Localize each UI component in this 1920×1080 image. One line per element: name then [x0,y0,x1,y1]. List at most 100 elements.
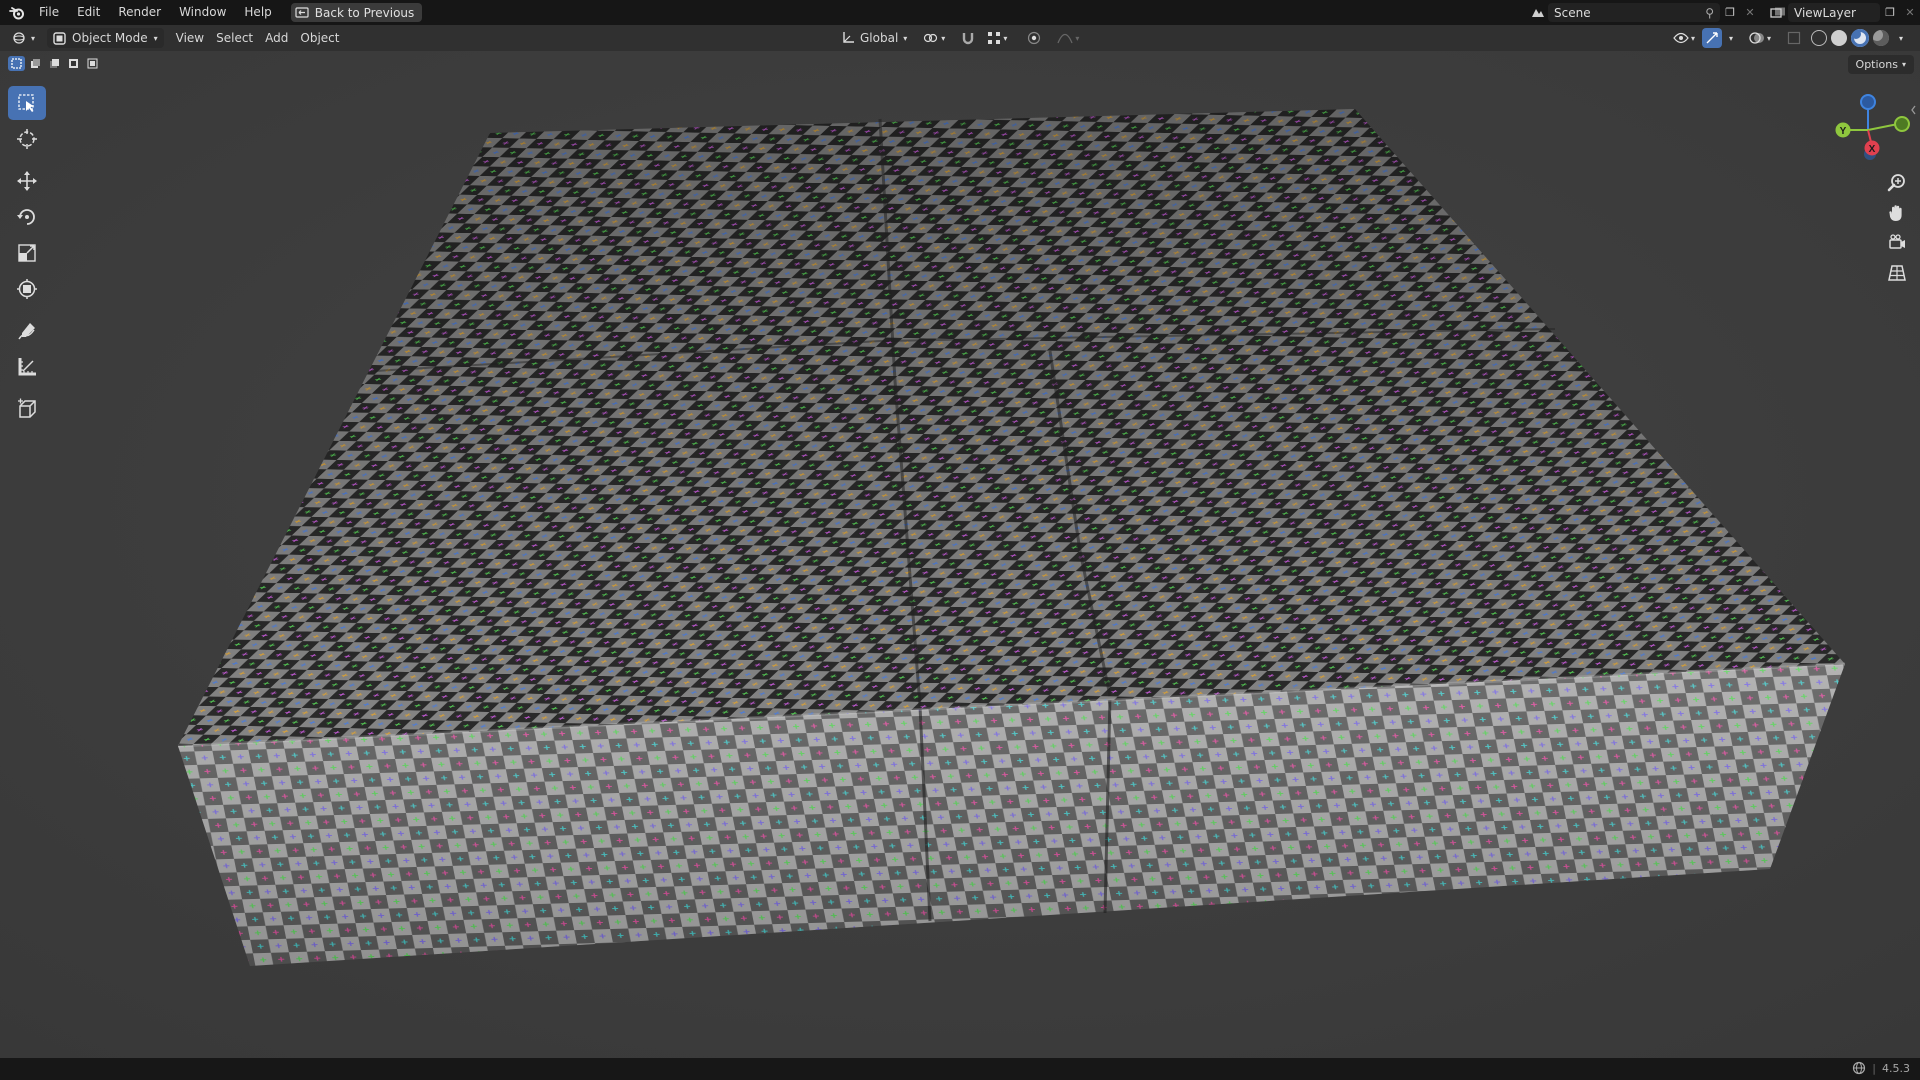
view-layer-field[interactable]: ViewLayer [1788,3,1880,22]
scene-name: Scene [1554,5,1591,20]
snap-toggle[interactable] [955,28,981,48]
overlays-toggle[interactable]: ▾ [1746,28,1774,48]
add-cube-tool[interactable] [8,392,46,426]
navigation-gizmo[interactable]: Y X [1818,88,1918,168]
zoom-icon[interactable] [1882,168,1912,198]
mode-label: Object Mode [72,31,148,45]
material-preview-shading-icon[interactable] [1850,29,1869,47]
snap-target-select[interactable]: ▾ [985,28,1009,48]
pan-hand-icon[interactable] [1882,198,1912,228]
menu-select[interactable]: Select [210,28,259,48]
transform-tool[interactable] [8,272,46,306]
orientation-label: Global [860,31,899,45]
pivot-icon [924,33,938,43]
pin-icon[interactable]: ⚲ [1705,6,1714,20]
move-tool[interactable] [8,164,46,198]
delete-view-layer-icon[interactable]: ✕ [1900,3,1920,22]
proportional-falloff-select[interactable]: ▾ [1051,28,1085,48]
menu-edit[interactable]: Edit [68,0,109,25]
z-axis-positive-dot[interactable] [1860,94,1876,110]
orientation-axes-icon [843,32,854,43]
xray-icon [1787,31,1801,45]
move-icon [17,171,37,191]
back-screen-icon [295,6,309,18]
transform-icon [17,279,37,299]
scene-field[interactable]: Scene ⚲ [1548,3,1720,22]
back-to-previous-button[interactable]: Back to Previous [290,3,423,22]
options-dropdown[interactable]: Options ▾ [1847,55,1914,74]
select-invert-icon[interactable] [65,56,82,71]
chevron-down-icon: ▾ [1075,33,1080,43]
3d-viewport[interactable] [0,51,1920,1058]
viewport-display-tools: ▾ ▾ ▾ ▾ [1670,28,1906,48]
menu-help[interactable]: Help [235,0,280,25]
view-layer-name: ViewLayer [1794,5,1856,20]
navigation-tools [1882,168,1914,288]
wireframe-shading-icon[interactable] [1810,30,1827,46]
annotate-pencil-icon [18,323,35,340]
back-to-previous-label: Back to Previous [314,5,415,20]
measure-tool[interactable] [8,350,46,384]
tool-shelf [8,86,48,428]
menu-window[interactable]: Window [170,0,235,25]
perspective-grid-icon[interactable] [1882,258,1912,288]
y-axis-negative-dot[interactable] [1894,116,1910,132]
camera-view-icon[interactable] [1882,228,1912,258]
editor-type-button[interactable]: ▾ [6,28,41,48]
transform-orientation-select[interactable]: Global ▾ [835,28,913,48]
select-intersect-icon[interactable] [84,56,101,71]
blender-logo-icon[interactable] [4,0,30,25]
status-bar: | 4.5.3 [0,1058,1920,1080]
scene-browse-icon[interactable] [1528,3,1548,22]
view-layer-browse-icon[interactable] [1768,3,1788,22]
sidebar-toggle-icon[interactable] [1911,105,1916,115]
select-new-icon[interactable] [8,56,25,71]
chevron-down-icon: ▾ [153,33,158,43]
shading-modes [1808,28,1892,48]
xray-toggle[interactable] [1784,28,1804,48]
visibility-select[interactable]: ▾ [1670,28,1698,48]
rendered-shading-icon[interactable] [1872,30,1889,46]
add-cube-icon [18,398,36,418]
menu-view[interactable]: View [170,28,210,48]
viewport-header: ▾ Object Mode ▾ View Select Add Object G… [0,25,1920,51]
snap-grid-icon [988,32,1001,44]
gizmo-toggle[interactable] [1701,28,1722,48]
chevron-down-icon: ▾ [31,33,36,43]
object-mode-icon [53,31,66,45]
select-box-tool[interactable] [8,86,46,120]
delete-scene-icon[interactable]: ✕ [1740,3,1760,22]
magnet-icon [963,33,974,45]
chevron-down-icon[interactable]: ▾ [1896,34,1906,43]
cursor-icon [17,129,37,149]
chevron-down-icon: ▾ [1901,60,1906,69]
pivot-point-select[interactable]: ▾ [917,28,951,48]
scale-icon [18,244,36,262]
chevron-down-icon: ▾ [941,33,946,43]
select-subtract-icon[interactable] [46,56,63,71]
mode-select[interactable]: Object Mode ▾ [47,28,164,48]
new-view-layer-icon[interactable]: ❐ [1880,3,1900,22]
rotate-tool[interactable] [8,200,46,234]
cursor-tool[interactable] [8,122,46,156]
menu-add[interactable]: Add [259,28,294,48]
gizmo-icon [1706,32,1718,44]
falloff-curve-icon [1057,33,1073,44]
chevron-down-icon: ▾ [1690,33,1695,43]
menu-file[interactable]: File [30,0,68,25]
proportional-editing-toggle[interactable] [1021,28,1047,48]
chevron-down-icon[interactable]: ▾ [1726,34,1736,43]
network-globe-icon[interactable] [1852,1061,1866,1075]
select-extend-icon[interactable] [27,56,44,71]
solid-shading-icon[interactable] [1830,30,1847,46]
viewport-editor-icon [13,32,25,44]
y-axis-label: Y [1840,126,1847,137]
new-scene-icon[interactable]: ❐ [1720,3,1740,22]
measure-ruler-icon [18,358,36,376]
menu-object[interactable]: Object [294,28,345,48]
rotate-icon [17,209,35,225]
menu-render[interactable]: Render [109,0,170,25]
annotate-tool[interactable] [8,314,46,348]
scale-tool[interactable] [8,236,46,270]
x-axis-label: X [1869,144,1876,155]
